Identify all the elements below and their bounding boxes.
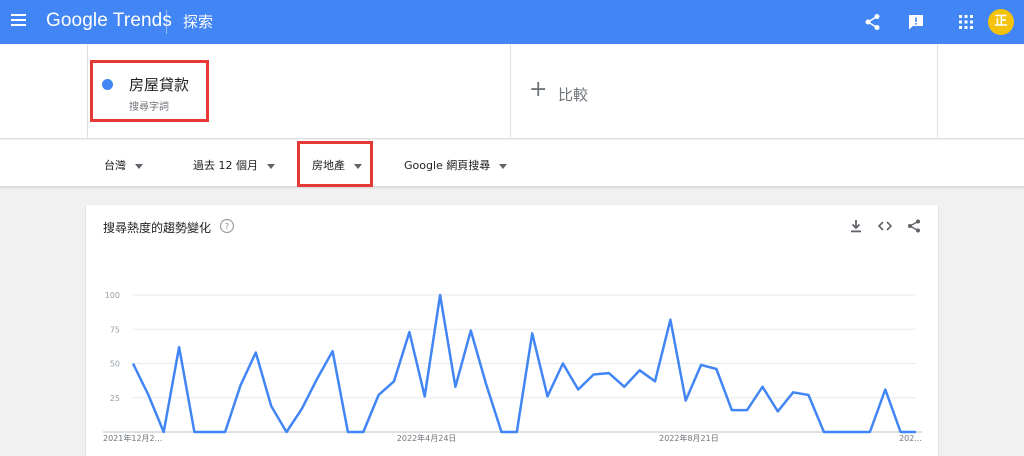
- x-tick-label: 202...: [899, 434, 922, 443]
- x-tick-label: 2022年8月21日: [659, 433, 719, 443]
- region-value: 台灣: [104, 159, 126, 172]
- compare-label[interactable]: 比較: [558, 84, 588, 105]
- filter-bar: 台灣 過去 12 個月 房地產 Google 網頁搜尋: [0, 140, 1024, 187]
- x-tick-label: 2022年4月24日: [397, 433, 457, 443]
- caret-down-icon: [499, 163, 508, 169]
- time-range-value: 過去 12 個月: [193, 159, 258, 172]
- feedback-icon[interactable]: [906, 12, 926, 32]
- trend-line-chart[interactable]: 25 50 75 100 2021年12月2... 2022年4月24日 2022年8月21…: [86, 205, 938, 456]
- header-divider: [166, 10, 167, 34]
- account-avatar[interactable]: 正: [988, 9, 1014, 35]
- region-dropdown[interactable]: 台灣: [104, 157, 143, 173]
- menu-icon[interactable]: [11, 14, 26, 28]
- search-term-card[interactable]: 房屋貸款 搜尋字詞: [87, 44, 511, 139]
- search-terms-header: 房屋貸款 搜尋字詞 + 比較: [0, 44, 1024, 139]
- highlight-box-category: [297, 141, 373, 187]
- caret-down-icon: [135, 163, 143, 169]
- page-section-title: 探索: [183, 13, 214, 31]
- google-trends-logo[interactable]: Google Trends: [46, 10, 172, 32]
- y-tick-label: 75: [110, 325, 120, 334]
- apps-grid-icon[interactable]: [956, 12, 976, 32]
- x-tick-label: 2021年12月2...: [103, 433, 162, 443]
- share-icon[interactable]: [863, 12, 883, 32]
- add-icon[interactable]: +: [529, 79, 547, 101]
- highlight-box-term: [90, 60, 209, 122]
- top-app-bar: Google Trends 探索 正: [0, 0, 1024, 44]
- y-tick-label: 50: [110, 360, 120, 369]
- y-tick-label: 100: [105, 291, 120, 300]
- time-range-dropdown[interactable]: 過去 12 個月: [193, 157, 275, 173]
- search-property-value: Google 網頁搜尋: [404, 159, 491, 172]
- search-property-dropdown[interactable]: Google 網頁搜尋: [404, 157, 508, 173]
- caret-down-icon: [267, 163, 275, 169]
- y-tick-label: 25: [110, 394, 120, 403]
- compare-card[interactable]: + 比較: [511, 44, 938, 139]
- interest-over-time-card: 搜尋熱度的趨勢變化 ? 25 50 75 100 2021年12月2... 2022年4月…: [86, 205, 938, 456]
